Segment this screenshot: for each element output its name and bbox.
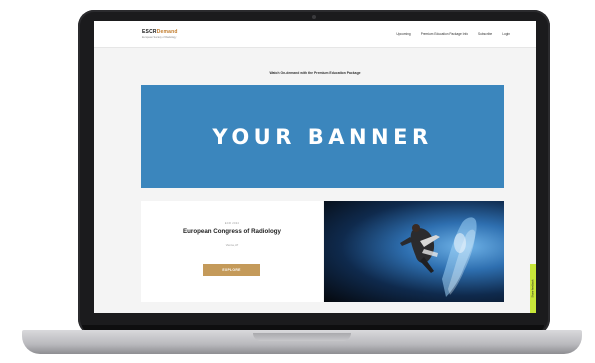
event-title: European Congress of Radiology — [183, 228, 281, 235]
explore-button[interactable]: EXPLORE — [203, 264, 260, 276]
logo-tagline: European Society of Radiology — [142, 36, 177, 39]
logo-prefix: ESCR — [142, 29, 157, 35]
x-ray-athlete-image — [324, 201, 504, 302]
athlete-illustration — [400, 217, 477, 297]
logo-wordmark: ESCRDemand — [142, 29, 178, 35]
logo-suffix: Demand — [156, 29, 178, 35]
top-nav: ESCRDemand European Society of Radiology… — [94, 21, 536, 48]
banner-text: YOUR BANNER — [212, 124, 433, 149]
event-card: ECR 2024 European Congress of Radiology … — [141, 201, 323, 302]
event-meta: Vienna, AT — [225, 244, 239, 247]
laptop-notch — [253, 333, 351, 341]
promo-banner[interactable]: YOUR BANNER — [141, 85, 504, 188]
nav-link-upcoming[interactable]: Upcoming — [396, 32, 410, 36]
feedback-tab-label: Share feedback — [531, 279, 535, 298]
nav-link-subscribe[interactable]: Subscribe — [478, 32, 492, 36]
site-logo[interactable]: ESCRDemand European Society of Radiology — [142, 29, 178, 39]
camera-icon — [312, 15, 316, 19]
event-kicker: ECR 2024 — [224, 222, 240, 225]
nav-link-premium-info[interactable]: Premium Education Package Info — [421, 32, 468, 36]
feedback-tab[interactable]: Share feedback — [530, 264, 536, 313]
nav-link-login[interactable]: Login — [502, 32, 510, 36]
browser-screen: ESCRDemand European Society of Radiology… — [94, 21, 536, 313]
nav-links: Upcoming Premium Education Package Info … — [396, 32, 510, 36]
page-headline: Watch On-demand with the Premium Educati… — [269, 71, 361, 75]
